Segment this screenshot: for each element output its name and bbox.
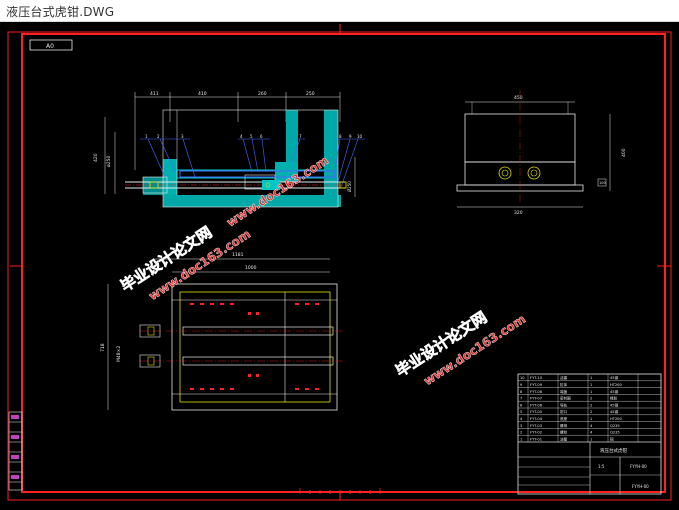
bom-cell-qty: 1 (590, 390, 592, 394)
bom-cell-no: 2 (520, 431, 522, 435)
title-bar: 液压台式虎钳.DWG (0, 0, 679, 22)
bom-cell-qty: 4 (590, 424, 593, 428)
bom-cell-qty: 1 (590, 376, 592, 380)
svg-text:1181: 1181 (232, 252, 244, 258)
bom-cell-no: 10 (520, 376, 525, 380)
svg-text:8: 8 (339, 134, 342, 139)
bom-cell-mat: 45钢 (610, 375, 619, 380)
svg-text:液压台式虎钳: 液压台式虎钳 (600, 447, 627, 454)
svg-text:5: 5 (250, 134, 253, 139)
svg-text:ø250: ø250 (106, 156, 112, 167)
bom-cell-name: 油管 (560, 436, 568, 441)
bom-cell-no: 4 (520, 417, 523, 421)
watermark-2: 毕业设计论文网 www.doc163.com (392, 308, 528, 389)
bom-cell-code: FYT-01 (530, 437, 542, 441)
bom-cell-mat: 45钢 (610, 389, 619, 394)
bom-cell-code: FYT-08 (530, 390, 543, 394)
bom-cell-mat: 铜 (610, 436, 614, 441)
bom-cell-no: 9 (520, 383, 523, 387)
bom-cell-mat: Q235 (610, 431, 620, 435)
bom-cell-qty: 1 (590, 437, 592, 441)
bom-cell-no: 7 (520, 397, 522, 401)
window-title: 液压台式虎钳.DWG (6, 5, 115, 19)
bom-cell-qty: 2 (590, 410, 592, 414)
svg-text:6: 6 (260, 134, 263, 139)
svg-text:1: 1 (145, 134, 148, 139)
bom-cell-name: 螺栓 (560, 430, 568, 435)
bom-cell-no: 3 (520, 424, 522, 428)
bom-cell-name: 钳口 (560, 409, 568, 414)
bom-cell-code: FYT-10 (530, 376, 543, 380)
bom-cell-mat: 橡胶 (610, 396, 618, 401)
svg-text:410: 410 (198, 91, 207, 97)
bom-cell-code: FYT-04 (530, 417, 543, 421)
bom-cell-code: FYT-09 (530, 383, 543, 387)
title-block: 液压台式虎钳 FYYH-00 FYYH-00 1:5 10 FYT-10 活塞 1 45… (517, 373, 662, 495)
svg-text:450: 450 (514, 95, 523, 101)
bom-cell-code: FYT-07 (530, 397, 542, 401)
svg-text:1:5: 1:5 (598, 464, 605, 469)
frame-tag: A0 (46, 43, 54, 50)
svg-text:400: 400 (621, 148, 627, 157)
cad-drawing: A0 411 410 260 250 420 ø250 Ø250 1 2 3 4… (7, 24, 672, 501)
bom-cell-code: FYT-06 (530, 403, 543, 407)
bom-cell-code: FYT-03 (530, 424, 542, 428)
bom-cell-no: 6 (520, 403, 523, 407)
svg-text:260: 260 (258, 91, 267, 97)
bom-cell-name: 导轨 (560, 402, 568, 407)
bom-cell-qty: 2 (590, 397, 592, 401)
svg-text:718: 718 (100, 343, 106, 352)
bom-cell-code: FYT-02 (530, 431, 542, 435)
bom-cell-name: 螺母 (560, 423, 568, 428)
bom-cell-mat: Q235 (610, 424, 620, 428)
bill-of-materials: 10 FYT-10 活塞 1 45钢 9 FYT-09 缸体 1 HT200 8 FYT-08 端盖 1 4… (518, 374, 661, 443)
svg-text:Ø250: Ø250 (347, 181, 352, 192)
bom-cell-qty: 1 (590, 417, 592, 421)
svg-text:FYYH-00: FYYH-00 (632, 484, 649, 489)
bom-cell-no: 5 (520, 410, 522, 414)
bom-cell-name: 端盖 (560, 389, 568, 394)
svg-text:250: 250 (306, 91, 315, 97)
bom-cell-mat: HT200 (610, 417, 622, 421)
bom-cell-code: FYT-05 (530, 410, 542, 414)
svg-text:4: 4 (240, 134, 243, 139)
svg-text:3: 3 (181, 134, 184, 139)
bom-cell-name: 活塞 (560, 375, 568, 380)
svg-text:1000: 1000 (245, 265, 257, 271)
svg-text:9: 9 (349, 134, 352, 139)
svg-text:320: 320 (514, 210, 523, 216)
revision-strip (8, 411, 23, 491)
bom-cell-mat: HT200 (610, 383, 622, 387)
svg-text:420: 420 (93, 153, 99, 162)
svg-text:M48×2: M48×2 (116, 346, 122, 362)
bom-cell-name: 缸体 (560, 382, 568, 387)
front-section-view: 411 410 260 250 420 ø250 Ø250 1 2 3 4 5 … (93, 91, 365, 208)
svg-text:100: 100 (599, 181, 606, 185)
bom-cell-name: 底座 (560, 416, 568, 421)
bom-cell-mat: 45钢 (610, 409, 619, 414)
bom-cell-qty: 2 (590, 403, 592, 407)
inner-frame (21, 33, 666, 493)
side-view: 450 400 320 100 (456, 90, 627, 216)
svg-text:FYYH-00: FYYH-00 (630, 464, 647, 469)
svg-text:7: 7 (299, 134, 302, 139)
bom-cell-mat: 45钢 (610, 402, 619, 407)
bom-cell-qty: 4 (590, 431, 593, 435)
svg-text:411: 411 (150, 91, 159, 97)
svg-text:2: 2 (157, 134, 160, 139)
bom-cell-name: 密封圈 (560, 396, 571, 401)
svg-text:10: 10 (357, 134, 363, 139)
drawing-canvas[interactable]: A0 411 410 260 250 420 ø250 Ø250 1 2 3 4… (0, 22, 679, 506)
bom-cell-qty: 1 (590, 383, 592, 387)
bom-cell-no: 1 (520, 437, 522, 441)
bom-cell-no: 8 (520, 390, 523, 394)
